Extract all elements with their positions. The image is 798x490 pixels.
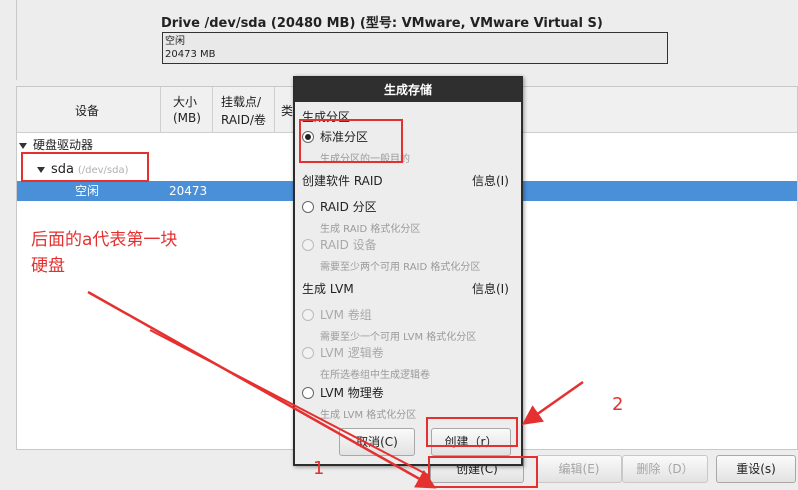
dialog-title: 生成存储 xyxy=(295,78,521,102)
section-lvm-label: 生成 LVM xyxy=(302,282,354,296)
radio-icon[interactable] xyxy=(302,347,314,359)
annotation-box-create xyxy=(428,456,538,488)
radio-raid-device[interactable]: RAID 设备 xyxy=(302,236,377,253)
radio-raid-partition[interactable]: RAID 分区 xyxy=(302,198,377,215)
lvm-pv-hint: 生成 LVM 格式化分区 xyxy=(320,410,417,421)
annotation-note-line2: 硬盘 xyxy=(31,256,65,276)
annotation-note-line1: 后面的a代表第一块 xyxy=(31,230,178,250)
column-header-size[interactable]: 大小 (MB) xyxy=(161,87,213,133)
drive-title: Drive /dev/sda (20480 MB) (型号: VMware, V… xyxy=(161,16,603,31)
reset-button[interactable]: 重设(s) xyxy=(716,455,796,483)
disk-segment-size: 20473 MB xyxy=(165,49,216,60)
column-header-mount[interactable]: 挂载点/ RAID/卷 xyxy=(213,87,275,133)
raid-info-link[interactable]: 信息(I) xyxy=(472,172,509,189)
radio-icon[interactable] xyxy=(302,387,314,399)
lvm-info-link[interactable]: 信息(I) xyxy=(472,280,509,297)
annotation-step-1: 1 xyxy=(313,458,325,479)
dialog-cancel-button[interactable]: 取消(C) xyxy=(339,428,415,456)
radio-icon[interactable] xyxy=(302,239,314,251)
delete-button[interactable]: 删除（D） xyxy=(622,455,708,483)
raid-device-hint: 需要至少两个可用 RAID 格式化分区 xyxy=(320,262,481,273)
section-raid-label: 创建软件 RAID xyxy=(302,174,383,188)
radio-icon[interactable] xyxy=(302,309,314,321)
annotation-box-sda xyxy=(21,152,149,182)
radio-icon[interactable] xyxy=(302,201,314,213)
radio-lvm-volume-group[interactable]: LVM 卷组 xyxy=(302,306,372,323)
lvm-lv-hint: 在所选卷组中生成逻辑卷 xyxy=(320,370,430,381)
expander-icon[interactable] xyxy=(19,142,27,149)
edit-button[interactable]: 编辑(E) xyxy=(536,455,622,483)
annotation-box-standard-partition xyxy=(299,119,403,163)
disk-segment-label: 空闲 xyxy=(165,36,185,47)
drive-panel: Drive /dev/sda (20480 MB) (型号: VMware, V… xyxy=(16,0,798,80)
lvm-vg-hint: 需要至少一个可用 LVM 格式化分区 xyxy=(320,332,477,343)
radio-lvm-physical-volume[interactable]: LVM 物理卷 xyxy=(302,384,384,401)
disk-segment-free[interactable]: 空闲 20473 MB xyxy=(162,32,668,64)
column-header-device[interactable]: 设备 xyxy=(17,87,161,133)
raid-partition-hint: 生成 RAID 格式化分区 xyxy=(320,224,421,235)
radio-lvm-logical-volume[interactable]: LVM 逻辑卷 xyxy=(302,344,384,361)
annotation-step-2: 2 xyxy=(612,394,624,415)
annotation-box-dialog-create xyxy=(426,417,518,447)
